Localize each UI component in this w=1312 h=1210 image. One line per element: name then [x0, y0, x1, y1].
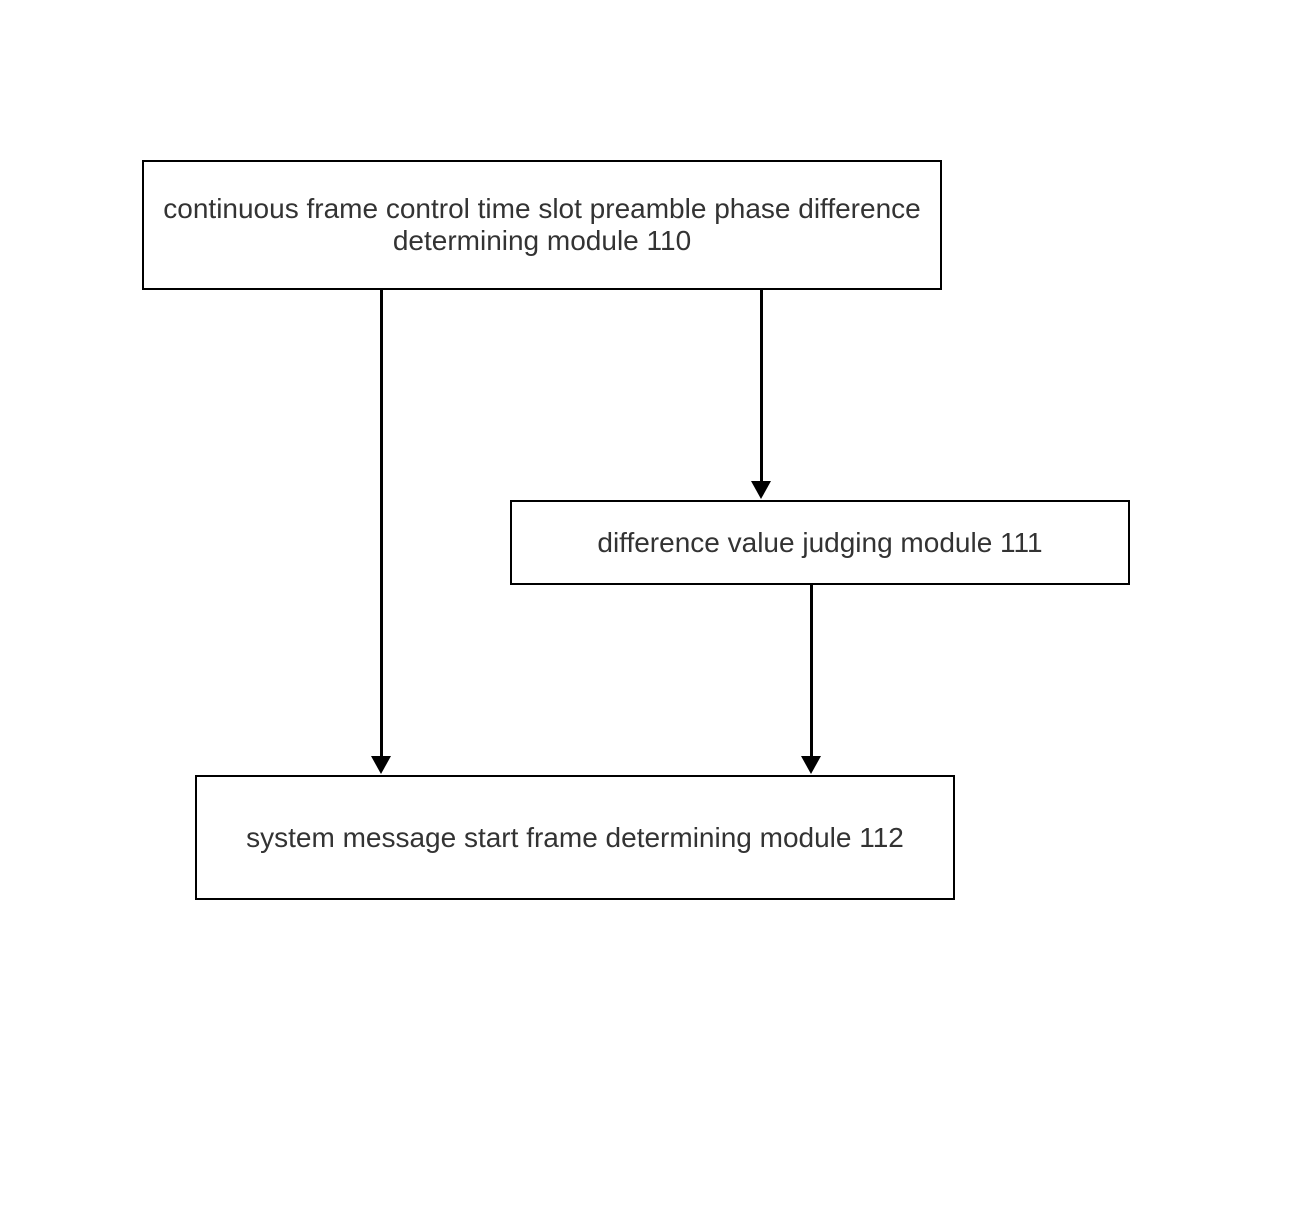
box-110-label: continuous frame control time slot pream…: [152, 193, 932, 257]
arrow-110-to-112: [380, 290, 383, 758]
box-system-message-module: system message start frame determining m…: [195, 775, 955, 900]
arrow-110-to-111: [760, 290, 763, 482]
arrow-111-to-112-head: [801, 756, 821, 774]
arrow-110-to-112-head: [371, 756, 391, 774]
box-phase-difference-module: continuous frame control time slot pream…: [142, 160, 942, 290]
box-111-label: difference value judging module 111: [597, 527, 1042, 559]
box-112-label: system message start frame determining m…: [246, 822, 904, 854]
arrow-111-to-112: [810, 585, 813, 758]
box-difference-judging-module: difference value judging module 111: [510, 500, 1130, 585]
arrow-110-to-111-head: [751, 481, 771, 499]
